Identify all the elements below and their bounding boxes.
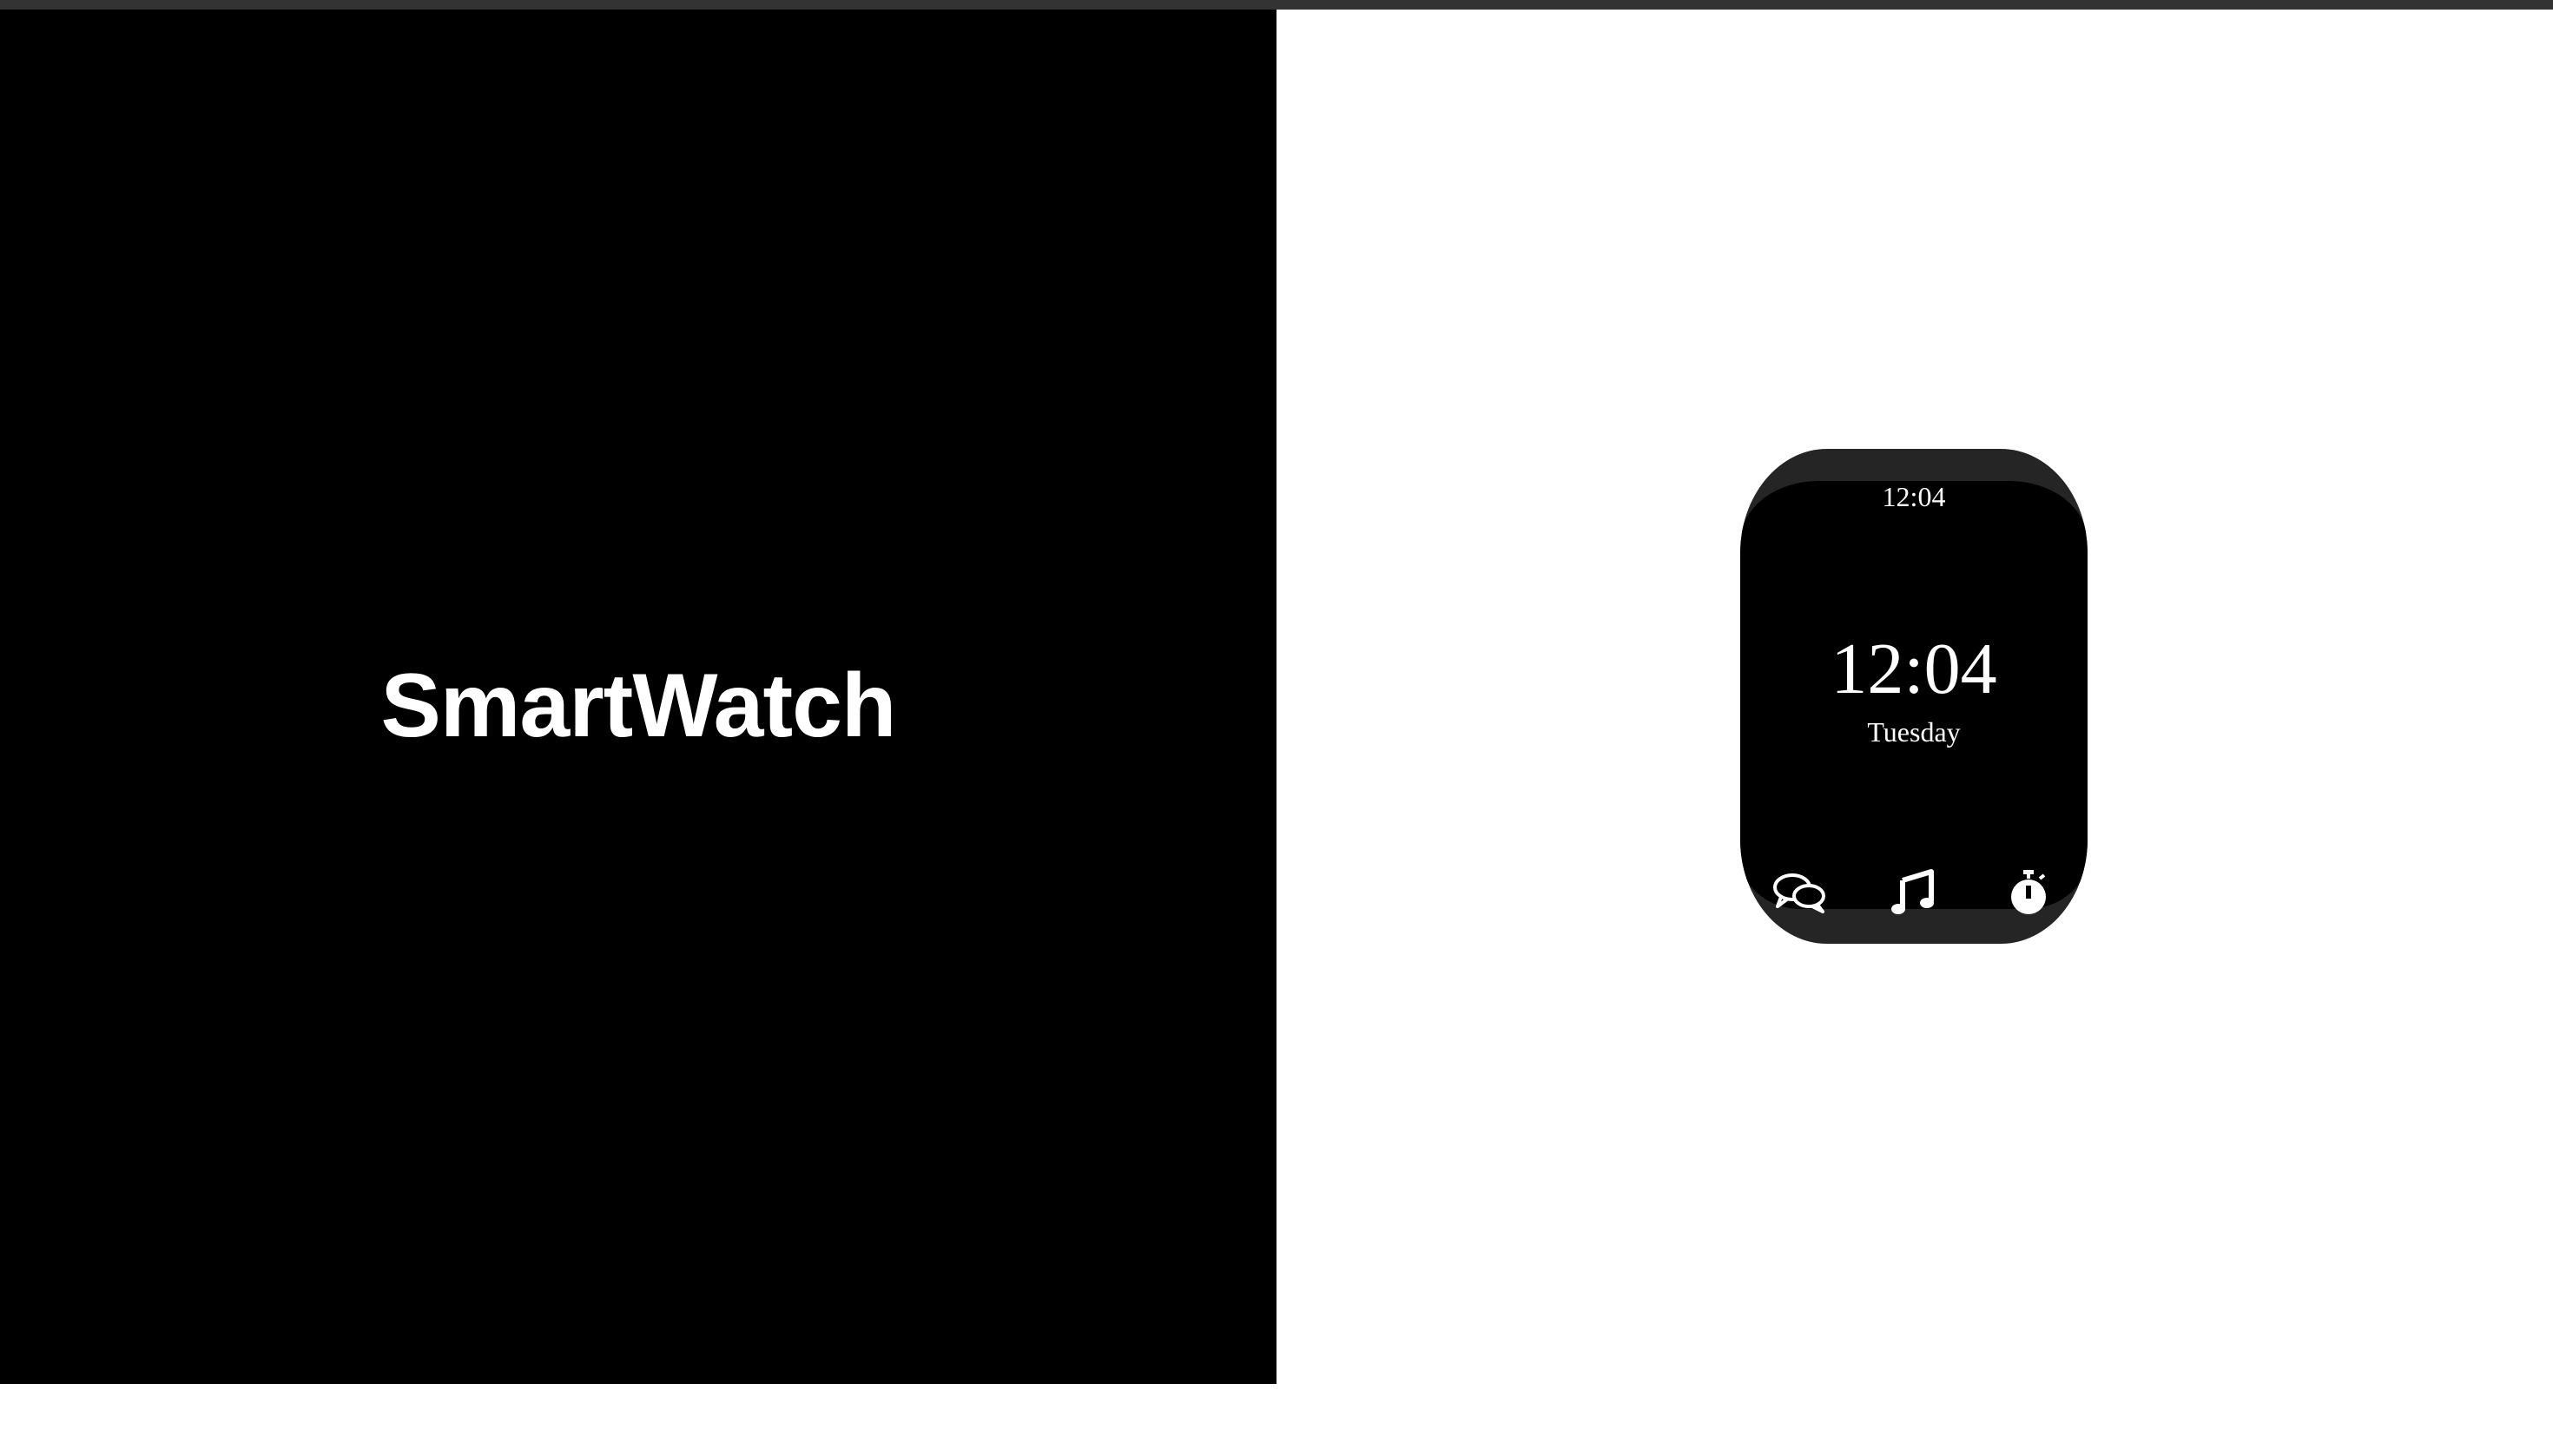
smartwatch-frame: 12:04 12:04 Tuesday bbox=[1740, 449, 2088, 944]
music-note-icon[interactable] bbox=[1883, 862, 1944, 923]
clock-time: 12:04 bbox=[1831, 629, 1997, 709]
clock-day: Tuesday bbox=[1867, 716, 1961, 748]
status-bar-time: 12:04 bbox=[1882, 481, 1946, 512]
chat-bubbles-icon[interactable] bbox=[1769, 862, 1830, 923]
brand-title: SmartWatch bbox=[380, 656, 897, 756]
window-top-bar bbox=[0, 0, 2553, 10]
brand-panel: SmartWatch bbox=[0, 10, 1276, 1384]
app-icon-row bbox=[1740, 862, 2088, 923]
watch-panel: 12:04 12:04 Tuesday bbox=[1276, 10, 2553, 1384]
stopwatch-icon[interactable] bbox=[1998, 862, 2059, 923]
